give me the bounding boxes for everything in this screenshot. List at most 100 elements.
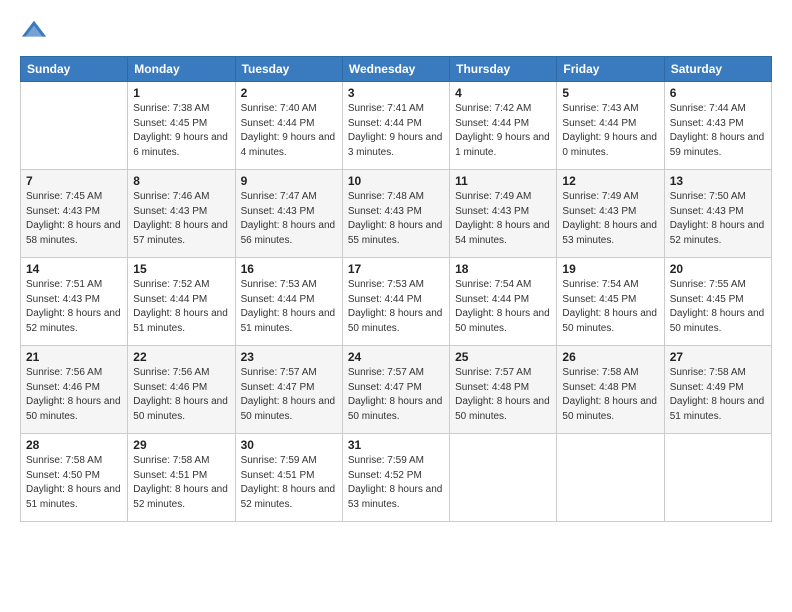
calendar-cell: 19 Sunrise: 7:54 AMSunset: 4:45 PMDayligh… [557, 258, 664, 346]
day-number: 17 [348, 262, 444, 276]
day-number: 12 [562, 174, 658, 188]
calendar-cell: 16Sunrise: 7:53 AMSunset: 4:44 PMDayligh… [235, 258, 342, 346]
day-info: Sunrise: 7:57 AMSunset: 4:48 PMDaylight:… [455, 366, 551, 424]
day-info: Sunrise: 7:48 AMSunset: 4:43 PMDaylight:… [348, 190, 444, 248]
calendar-cell [450, 434, 557, 522]
day-number: 10 [348, 174, 444, 188]
calendar-cell: 21 Sunrise: 7:56 AMSunset: 4:46 PMDayligh… [21, 346, 128, 434]
header-thursday: Thursday [450, 57, 557, 82]
day-info: Sunrise: 7:53 AMSunset: 4:44 PMDaylight:… [348, 278, 444, 336]
calendar-cell [21, 82, 128, 170]
day-info: Sunrise: 7:51 AMSunset: 4:43 PMDaylight:… [26, 278, 122, 336]
header-friday: Friday [557, 57, 664, 82]
calendar-cell: 29 Sunrise: 7:58 AMSunset: 4:51 PMDayligh… [128, 434, 235, 522]
day-number: 15 [133, 262, 229, 276]
day-number: 31 [348, 438, 444, 452]
day-number: 24 [348, 350, 444, 364]
day-info: Sunrise: 7:50 AMSunset: 4:43 PMDaylight:… [670, 190, 766, 248]
day-info: Sunrise: 7:58 AMSunset: 4:48 PMDaylight:… [562, 366, 658, 424]
day-number: 25 [455, 350, 551, 364]
calendar-cell: 14 Sunrise: 7:51 AMSunset: 4:43 PMDayligh… [21, 258, 128, 346]
calendar-cell: 31 Sunrise: 7:59 AMSunset: 4:52 PMDayligh… [342, 434, 449, 522]
day-number: 29 [133, 438, 229, 452]
calendar-cell [557, 434, 664, 522]
day-info: Sunrise: 7:59 AMSunset: 4:52 PMDaylight:… [348, 454, 444, 512]
day-number: 7 [26, 174, 122, 188]
calendar-cell: 6 Sunrise: 7:44 AMSunset: 4:43 PMDaylight… [664, 82, 771, 170]
day-number: 20 [670, 262, 766, 276]
day-number: 30 [241, 438, 337, 452]
day-number: 14 [26, 262, 122, 276]
day-number: 2 [241, 86, 337, 100]
calendar-cell: 24 Sunrise: 7:57 AMSunset: 4:47 PMDayligh… [342, 346, 449, 434]
calendar-cell: 17 Sunrise: 7:53 AMSunset: 4:44 PMDayligh… [342, 258, 449, 346]
day-info: Sunrise: 7:54 AMSunset: 4:45 PMDaylight:… [562, 278, 658, 336]
calendar-cell: 12 Sunrise: 7:49 AMSunset: 4:43 PMDayligh… [557, 170, 664, 258]
calendar-cell: 18 Sunrise: 7:54 AMSunset: 4:44 PMDayligh… [450, 258, 557, 346]
calendar: SundayMondayTuesdayWednesdayThursdayFrid… [20, 56, 772, 522]
day-info: Sunrise: 7:49 AMSunset: 4:43 PMDaylight:… [562, 190, 658, 248]
day-number: 23 [241, 350, 337, 364]
calendar-cell: 20 Sunrise: 7:55 AMSunset: 4:45 PMDayligh… [664, 258, 771, 346]
day-info: Sunrise: 7:58 AMSunset: 4:49 PMDaylight:… [670, 366, 766, 424]
day-info: Sunrise: 7:44 AMSunset: 4:43 PMDaylight:… [670, 102, 766, 160]
day-info: Sunrise: 7:56 AMSunset: 4:46 PMDaylight:… [26, 366, 122, 424]
calendar-cell: 25 Sunrise: 7:57 AMSunset: 4:48 PMDayligh… [450, 346, 557, 434]
calendar-cell: 23 Sunrise: 7:57 AMSunset: 4:47 PMDayligh… [235, 346, 342, 434]
day-info: Sunrise: 7:47 AMSunset: 4:43 PMDaylight:… [241, 190, 337, 248]
day-number: 6 [670, 86, 766, 100]
calendar-cell: 10 Sunrise: 7:48 AMSunset: 4:43 PMDayligh… [342, 170, 449, 258]
header-tuesday: Tuesday [235, 57, 342, 82]
day-number: 19 [562, 262, 658, 276]
week-row-4: 21 Sunrise: 7:56 AMSunset: 4:46 PMDayligh… [21, 346, 772, 434]
day-info: Sunrise: 7:38 AMSunset: 4:45 PMDaylight:… [133, 102, 229, 160]
calendar-cell: 27 Sunrise: 7:58 AMSunset: 4:49 PMDayligh… [664, 346, 771, 434]
day-info: Sunrise: 7:57 AMSunset: 4:47 PMDaylight:… [241, 366, 337, 424]
calendar-cell: 30 Sunrise: 7:59 AMSunset: 4:51 PMDayligh… [235, 434, 342, 522]
day-number: 9 [241, 174, 337, 188]
week-row-3: 14 Sunrise: 7:51 AMSunset: 4:43 PMDayligh… [21, 258, 772, 346]
day-info: Sunrise: 7:45 AMSunset: 4:43 PMDaylight:… [26, 190, 122, 248]
day-number: 4 [455, 86, 551, 100]
calendar-cell: 9 Sunrise: 7:47 AMSunset: 4:43 PMDaylight… [235, 170, 342, 258]
day-info: Sunrise: 7:49 AMSunset: 4:43 PMDaylight:… [455, 190, 551, 248]
day-number: 26 [562, 350, 658, 364]
day-number: 27 [670, 350, 766, 364]
calendar-cell [664, 434, 771, 522]
day-info: Sunrise: 7:57 AMSunset: 4:47 PMDaylight:… [348, 366, 444, 424]
day-number: 22 [133, 350, 229, 364]
calendar-cell: 26 Sunrise: 7:58 AMSunset: 4:48 PMDayligh… [557, 346, 664, 434]
day-info: Sunrise: 7:55 AMSunset: 4:45 PMDaylight:… [670, 278, 766, 336]
day-info: Sunrise: 7:59 AMSunset: 4:51 PMDaylight:… [241, 454, 337, 512]
day-info: Sunrise: 7:46 AMSunset: 4:43 PMDaylight:… [133, 190, 229, 248]
day-info: Sunrise: 7:42 AMSunset: 4:44 PMDaylight:… [455, 102, 551, 160]
calendar-cell: 3Sunrise: 7:41 AMSunset: 4:44 PMDaylight… [342, 82, 449, 170]
header-monday: Monday [128, 57, 235, 82]
day-number: 5 [562, 86, 658, 100]
calendar-cell: 7 Sunrise: 7:45 AMSunset: 4:43 PMDaylight… [21, 170, 128, 258]
calendar-cell: 15Sunrise: 7:52 AMSunset: 4:44 PMDayligh… [128, 258, 235, 346]
page: SundayMondayTuesdayWednesdayThursdayFrid… [0, 0, 792, 612]
calendar-cell: 11 Sunrise: 7:49 AMSunset: 4:43 PMDayligh… [450, 170, 557, 258]
day-info: Sunrise: 7:40 AMSunset: 4:44 PMDaylight:… [241, 102, 337, 160]
header-sunday: Sunday [21, 57, 128, 82]
day-number: 1 [133, 86, 229, 100]
day-info: Sunrise: 7:43 AMSunset: 4:44 PMDaylight:… [562, 102, 658, 160]
day-number: 8 [133, 174, 229, 188]
day-number: 13 [670, 174, 766, 188]
header-saturday: Saturday [664, 57, 771, 82]
day-number: 18 [455, 262, 551, 276]
week-row-5: 28Sunrise: 7:58 AMSunset: 4:50 PMDayligh… [21, 434, 772, 522]
day-number: 11 [455, 174, 551, 188]
day-info: Sunrise: 7:54 AMSunset: 4:44 PMDaylight:… [455, 278, 551, 336]
day-info: Sunrise: 7:53 AMSunset: 4:44 PMDaylight:… [241, 278, 337, 336]
day-number: 28 [26, 438, 122, 452]
day-info: Sunrise: 7:56 AMSunset: 4:46 PMDaylight:… [133, 366, 229, 424]
calendar-cell: 13 Sunrise: 7:50 AMSunset: 4:43 PMDayligh… [664, 170, 771, 258]
logo [20, 18, 52, 46]
header [20, 18, 772, 46]
calendar-header-row: SundayMondayTuesdayWednesdayThursdayFrid… [21, 57, 772, 82]
day-number: 21 [26, 350, 122, 364]
day-info: Sunrise: 7:58 AMSunset: 4:51 PMDaylight:… [133, 454, 229, 512]
calendar-cell: 4 Sunrise: 7:42 AMSunset: 4:44 PMDaylight… [450, 82, 557, 170]
